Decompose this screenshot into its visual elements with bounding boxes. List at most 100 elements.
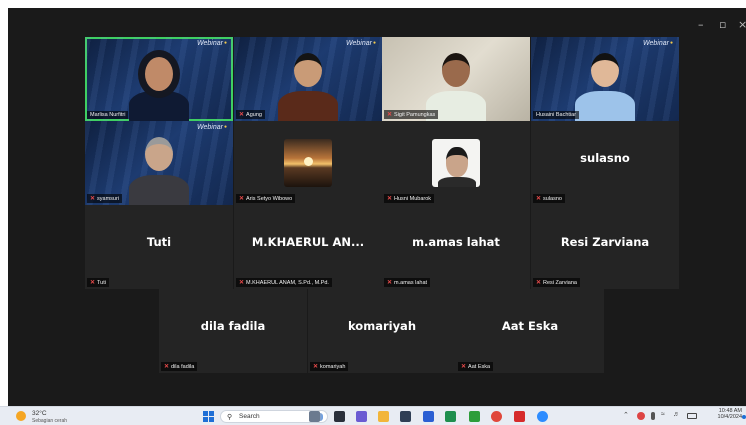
notification-dot-icon[interactable] (742, 415, 746, 419)
participant-name-label: sulasno (543, 195, 562, 202)
participant-tile[interactable]: Webinar ✕syamsuri (85, 121, 233, 205)
person-body (129, 91, 189, 121)
battery-icon[interactable] (687, 413, 697, 419)
person-head (145, 137, 173, 171)
participant-name-label: Agung (246, 111, 262, 118)
muted-mic-icon: ✕ (461, 364, 467, 370)
xbox-icon[interactable] (469, 411, 480, 422)
webinar-background-logo: Webinar (197, 40, 227, 47)
weather-temp: 32°C (32, 410, 47, 417)
participant-tile[interactable]: ✕ Aris Setyo Wibowo (234, 121, 382, 205)
person-head (145, 57, 173, 91)
minimize-button[interactable]: – (698, 18, 704, 31)
participant-tile[interactable]: Webinar Husaini Bachtiar (531, 37, 679, 121)
participant-display-name: sulasno (580, 151, 630, 165)
participant-name-label: Husaini Bachtiar (536, 112, 577, 118)
weather-sun-icon (16, 411, 26, 421)
portrait-face (446, 147, 468, 177)
participant-name-tag: ✕ sulasno (533, 194, 565, 203)
wifi-icon[interactable]: ≈ (661, 411, 665, 418)
profile-photo (432, 139, 480, 187)
participant-tile[interactable]: Webinar Marlisa Nurfitri (85, 37, 233, 121)
participant-display-name: m.amas lahat (412, 235, 500, 249)
teams-icon[interactable] (356, 411, 367, 422)
participant-name-label: Tuti (97, 279, 106, 286)
participant-tile[interactable]: Resi Zarviana ✕ Resi Zarviana (531, 205, 679, 289)
chrome-icon[interactable] (491, 411, 502, 422)
start-button[interactable] (203, 411, 214, 422)
participant-tile[interactable]: M.KHAERUL AN... ✕ M.KHAERUL ANAM, S.Pd., M… (234, 205, 382, 289)
participant-tile[interactable]: ✕ Husni Mubarok (382, 121, 530, 205)
weather-widget[interactable]: 32°C Sebagian cerah (12, 408, 72, 425)
acrobat-icon[interactable] (514, 411, 525, 422)
explorer-icon[interactable] (400, 411, 411, 422)
person-head (294, 53, 322, 87)
profile-photo (284, 139, 332, 187)
excel-icon[interactable] (445, 411, 456, 422)
participant-name-tag: ✕ Aat Eska (458, 362, 494, 371)
file-explorer-icon[interactable] (309, 411, 320, 422)
screen: – ▫ × WebinarMarlisa NurfitriWebinar✕Agu… (0, 0, 746, 425)
participant-name-label: Aat Eska (468, 363, 491, 370)
muted-mic-icon: ✕ (239, 196, 245, 202)
participant-display-name: Aat Eska (501, 319, 559, 333)
participant-tile[interactable]: m.amas lahat ✕ m.amas lahat (382, 205, 530, 289)
muted-mic-icon: ✕ (239, 112, 245, 118)
participant-name-tag: ✕ M.KHAERUL ANAM, S.Pd., M.Pd. (236, 278, 332, 287)
participant-name-label: dila fadila (171, 363, 195, 370)
system-tray[interactable]: ⌃ ≈ ♬ (623, 410, 705, 423)
clock[interactable]: 10:48 AM 10/4/2024 (708, 408, 742, 425)
participant-name-tag: ✕ komariyah (310, 362, 349, 371)
webinar-background-logo: Webinar (643, 40, 673, 47)
sun-shape (304, 157, 313, 166)
participant-video-person (234, 37, 382, 121)
muted-mic-icon: ✕ (387, 112, 393, 118)
muted-mic-icon: ✕ (164, 364, 170, 370)
participant-display-name: M.KHAERUL AN... (251, 235, 365, 249)
person-body (575, 91, 635, 121)
participant-tile[interactable]: Tuti ✕ Tuti (85, 205, 233, 289)
search-icon: ⚲ (227, 414, 233, 421)
participant-tile[interactable]: komariyah ✕ komariyah (308, 289, 456, 373)
windows-logo-icon (203, 411, 214, 422)
muted-mic-icon: ✕ (536, 280, 542, 286)
person-body (278, 91, 338, 121)
muted-mic-icon: ✕ (90, 196, 96, 202)
participant-display-name: komariyah (347, 319, 417, 333)
participant-tile[interactable]: sulasno ✕ sulasno (531, 121, 679, 205)
word-icon[interactable] (423, 411, 434, 422)
participant-name-label: M.KHAERUL ANAM, S.Pd., M.Pd. (246, 279, 329, 286)
store-icon[interactable] (334, 411, 345, 422)
muted-mic-icon: ✕ (313, 364, 319, 370)
participant-tile[interactable]: Aat Eska ✕ Aat Eska (456, 289, 604, 373)
participant-display-name: dila fadila (200, 319, 266, 333)
folder-icon[interactable] (378, 411, 389, 422)
participant-name-tag: ✕ Aris Setyo Wibowo (236, 194, 296, 203)
clock-date: 10/4/2024 (717, 414, 742, 420)
search-placeholder: Search (239, 413, 260, 420)
participant-video-person (85, 121, 233, 205)
participant-name-tag: ✕ syamsuri (87, 194, 123, 203)
person-head (442, 53, 470, 87)
participant-tile[interactable]: Webinar ✕Agung (234, 37, 382, 121)
muted-mic-icon: ✕ (239, 280, 245, 286)
participant-name-label: syamsuri (97, 195, 120, 202)
zoom-icon[interactable] (537, 411, 548, 422)
participant-name-label: Aris Setyo Wibowo (246, 195, 293, 202)
chevron-up-icon[interactable]: ⌃ (623, 411, 629, 419)
maximize-button[interactable]: ▫ (719, 18, 726, 31)
participant-name-label: Resi Zarviana (543, 279, 577, 286)
portrait-shoulders (438, 177, 476, 187)
participant-name-label: Marlisa Nurfitri (90, 112, 126, 118)
microphone-icon[interactable] (651, 412, 655, 420)
volume-icon[interactable]: ♬ (673, 411, 680, 418)
participant-tile[interactable]: ✕ Sigit Pamungkas (382, 37, 530, 121)
close-button[interactable]: × (738, 18, 746, 31)
muted-mic-icon: ✕ (536, 196, 542, 202)
muted-mic-icon: ✕ (90, 280, 96, 286)
participant-tile[interactable]: dila fadila ✕ dila fadila (159, 289, 307, 373)
tray-app-icon[interactable] (637, 412, 645, 420)
participant-name-tag: ✕ m.amas lahat (384, 278, 431, 287)
participant-video-person (85, 37, 233, 121)
participant-name-tag: ✕ Agung (236, 110, 265, 119)
